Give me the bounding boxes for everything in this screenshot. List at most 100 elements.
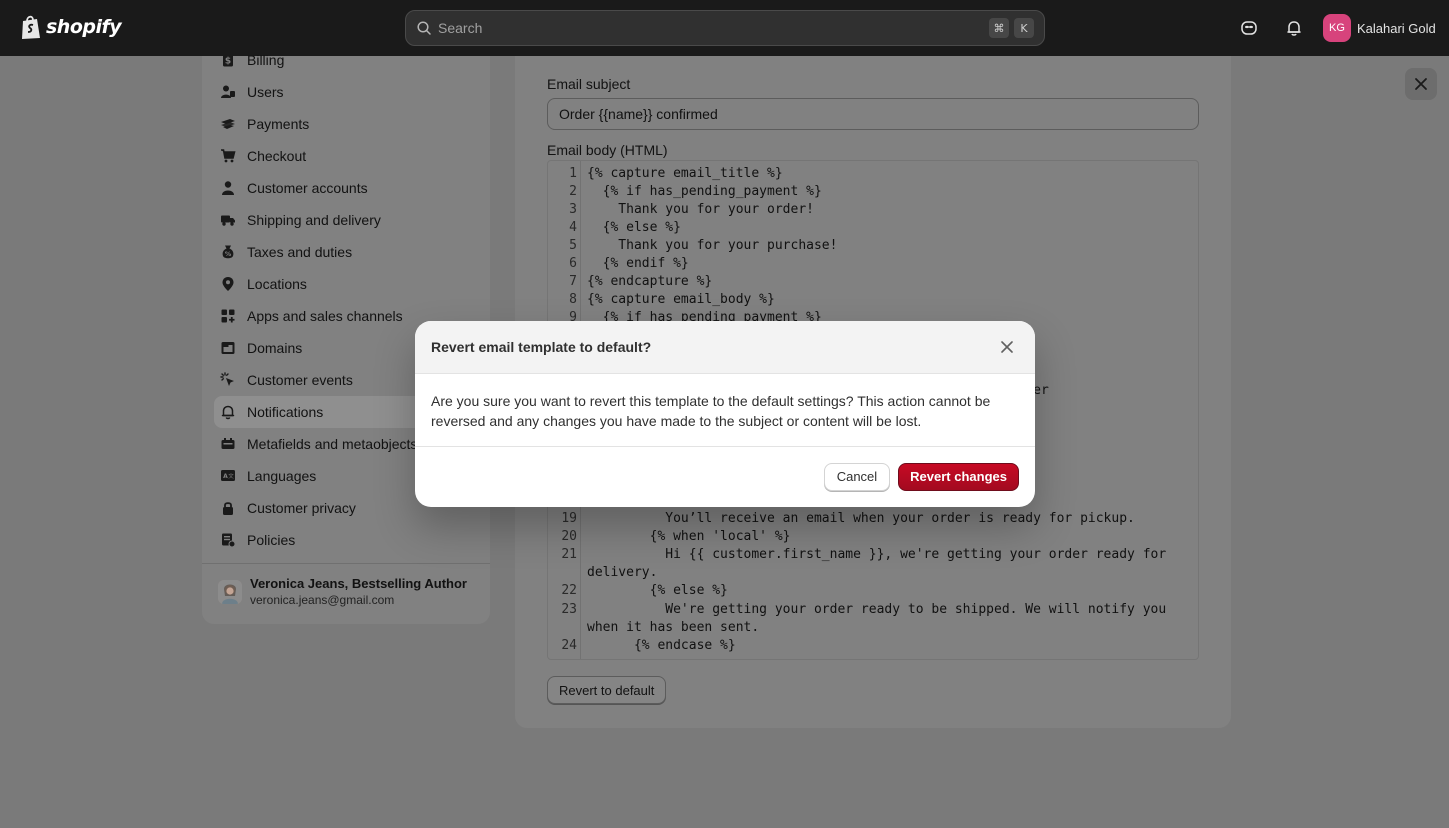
- line-number: 19: [561, 511, 577, 526]
- sidebar-item-locations[interactable]: Locations: [214, 268, 478, 300]
- dialog-message: Are you sure you want to revert this tem…: [415, 374, 1035, 447]
- sidekick-glyph-icon: [1241, 21, 1257, 35]
- close-icon: [1415, 78, 1427, 90]
- email-body-label: Email body (HTML): [547, 142, 668, 158]
- sidekick-icon[interactable]: [1238, 17, 1260, 39]
- line-number: 2: [569, 184, 577, 199]
- sidebar-item-label: Policies: [247, 532, 296, 548]
- sidebar-item-payments[interactable]: Payments: [214, 108, 478, 140]
- domains-icon: [220, 340, 236, 356]
- cancel-button[interactable]: Cancel: [823, 462, 891, 491]
- metafields-icon: [220, 436, 236, 452]
- logo-text: shopify: [46, 16, 122, 38]
- revert-confirm-dialog: Revert email template to default? Are yo…: [415, 321, 1035, 507]
- line-number: 20: [561, 529, 577, 544]
- notifications-bell-icon[interactable]: [1283, 17, 1305, 39]
- sidebar-item-label: Billing: [247, 52, 285, 68]
- code-text: Thank you for your purchase!: [587, 238, 838, 253]
- sidebar-item-label: Metafields and metaobjects: [247, 436, 418, 452]
- sidebar-divider: [202, 563, 490, 564]
- search-bar[interactable]: ⌘ K: [405, 10, 1045, 46]
- sidebar-item-label: Checkout: [247, 148, 307, 164]
- code-text: delivery.: [587, 565, 658, 580]
- svg-text:%: %: [225, 250, 232, 258]
- sidebar-item-label: Languages: [247, 468, 317, 484]
- sidebar-item-taxes[interactable]: % Taxes and duties: [214, 236, 478, 268]
- line-number: 3: [569, 202, 577, 217]
- line-number: 22: [561, 583, 577, 598]
- user-avatar: [218, 579, 242, 604]
- shortcut-key-k: K: [1014, 18, 1034, 38]
- shortcut-key-cmd: ⌘: [989, 18, 1009, 38]
- line-number: 5: [569, 238, 577, 253]
- payments-icon: [220, 116, 236, 132]
- dialog-header: Revert email template to default?: [415, 321, 1035, 374]
- lock-icon: [220, 500, 236, 516]
- email-subject-label: Email subject: [547, 76, 631, 92]
- sidebar-item-label: Users: [247, 84, 284, 100]
- store-name: Kalahari Gold: [1357, 20, 1436, 36]
- code-text: when it has been sent.: [587, 620, 760, 635]
- sidebar-item-label: Customer accounts: [247, 180, 368, 196]
- line-number: 8: [569, 292, 577, 307]
- languages-icon: A文: [220, 468, 236, 484]
- account-user-card[interactable]: Veronica Jeans, Bestselling Author veron…: [218, 576, 467, 607]
- location-icon: [220, 276, 236, 292]
- code-text: Thank you for your order!: [587, 202, 814, 217]
- revert-changes-button[interactable]: Revert changes: [898, 462, 1019, 491]
- sidebar-item-policies[interactable]: Policies: [214, 524, 478, 556]
- sidebar-item-shipping[interactable]: Shipping and delivery: [214, 204, 478, 236]
- code-text: {% capture email_body %}: [587, 292, 775, 307]
- sidebar-item-label: Shipping and delivery: [247, 212, 381, 228]
- user-photo-icon: [218, 579, 242, 604]
- dialog-footer: Cancel Revert changes: [415, 447, 1035, 506]
- revert-to-default-button[interactable]: Revert to default: [547, 676, 667, 704]
- user-name: Veronica Jeans, Bestselling Author: [250, 576, 467, 591]
- bell-glyph-icon: [1287, 21, 1301, 36]
- code-text: You’ll receive an email when your order …: [587, 511, 1135, 526]
- sidebar-item-checkout[interactable]: Checkout: [214, 140, 478, 172]
- code-text: {% else %}: [587, 220, 681, 235]
- email-subject-input[interactable]: Order {{name}} confirmed: [547, 98, 1199, 130]
- code-text: {% endcapture %}: [587, 274, 713, 289]
- cart-icon: [220, 148, 236, 164]
- shopify-bag-icon: [22, 15, 40, 39]
- person-icon: [220, 180, 236, 196]
- line-number: 21: [561, 547, 577, 562]
- shopify-logo[interactable]: shopify: [20, 14, 122, 40]
- sidebar-item-users[interactable]: Users: [214, 76, 478, 108]
- code-text: {% endif %}: [587, 256, 689, 271]
- sidebar-item-label: Apps and sales channels: [247, 308, 403, 324]
- tax-icon: %: [220, 244, 236, 260]
- code-text: We're getting your order ready to be shi…: [587, 602, 1167, 617]
- policies-icon: [220, 532, 236, 548]
- code-text: {% endcase %}: [587, 638, 736, 653]
- code-text: {% if has_pending_payment %}: [587, 184, 822, 199]
- line-number: 24: [561, 638, 577, 653]
- sidebar-item-billing[interactable]: $ Billing: [214, 44, 478, 76]
- code-text: Hi {{ customer.first_name }}, we're gett…: [587, 547, 1167, 562]
- store-avatar: KG: [1323, 14, 1351, 42]
- line-number: 23: [561, 602, 577, 617]
- code-text: {% else %}: [587, 583, 728, 598]
- store-switcher[interactable]: KG Kalahari Gold: [1323, 14, 1436, 42]
- search-icon: [417, 21, 431, 35]
- sidebar-item-label: Taxes and duties: [247, 244, 353, 260]
- code-text: {% capture email_title %}: [587, 166, 783, 181]
- sidebar-item-label: Domains: [247, 340, 303, 356]
- dialog-title: Revert email template to default?: [431, 339, 652, 355]
- sidebar-item-label: Payments: [247, 116, 310, 132]
- sidebar-item-customer-accounts[interactable]: Customer accounts: [214, 172, 478, 204]
- svg-text:文: 文: [228, 472, 234, 480]
- close-icon: [1001, 341, 1013, 353]
- cursor-icon: [220, 372, 236, 388]
- search-input[interactable]: [438, 20, 984, 36]
- dialog-close-button[interactable]: [995, 335, 1019, 359]
- close-editor-button[interactable]: [1405, 68, 1437, 100]
- email-subject-value: Order {{name}} confirmed: [559, 106, 718, 122]
- svg-text:$: $: [225, 57, 231, 67]
- line-number: 4: [569, 220, 577, 235]
- users-icon: [220, 84, 236, 100]
- user-email: veronica.jeans@gmail.com: [250, 593, 395, 607]
- line-number: 1: [569, 166, 577, 181]
